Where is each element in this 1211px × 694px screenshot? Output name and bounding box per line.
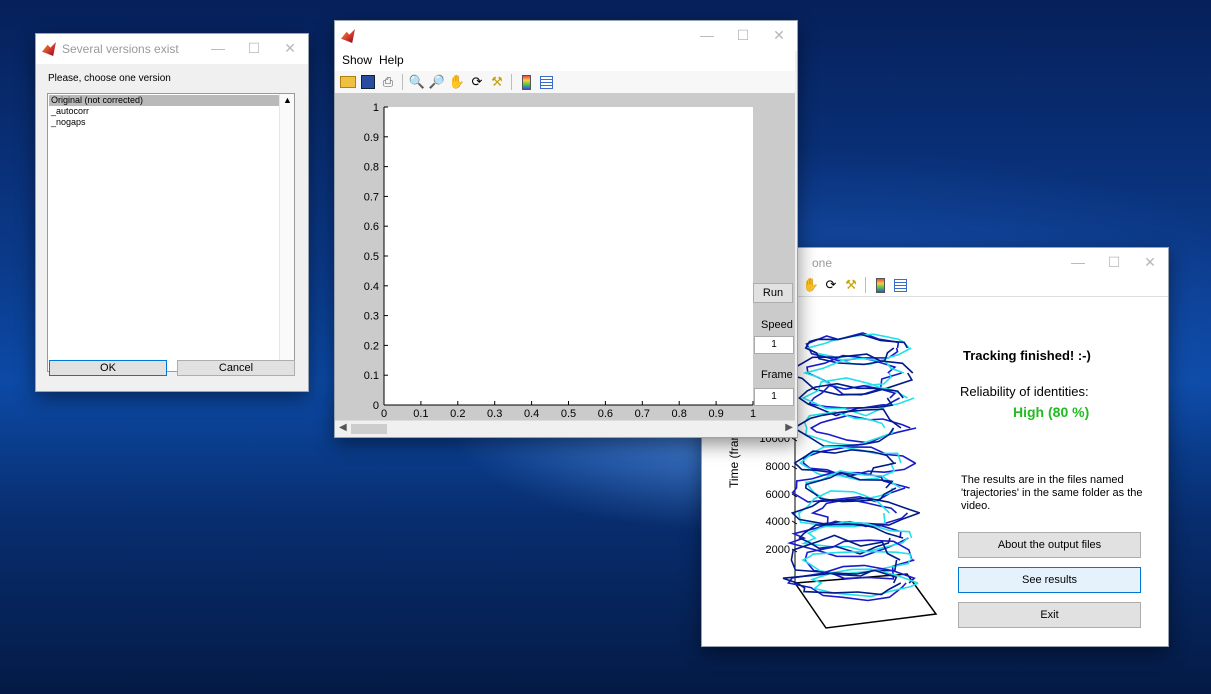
about-output-files-button[interactable]: About the output files <box>958 532 1141 558</box>
results-message: The results are in the files named 'traj… <box>961 474 1143 512</box>
list-item-nogaps[interactable]: _nogaps <box>49 117 86 128</box>
speed-input[interactable]: 1 <box>754 336 794 354</box>
empty-axes-chart: 0 0.1 0.2 0.3 0.4 0.5 0.6 0.7 0.8 0.9 1 0 0.1 0.2 0.3 0… <box>364 102 756 420</box>
figure-area: 0 0.1 0.2 0.3 0.4 0.5 0.6 0.7 0.8 0.9 1 0 0.1 0.2 0.3 0… <box>335 93 795 420</box>
results-window-title: one <box>812 256 833 270</box>
matlab-logo <box>341 29 355 43</box>
print-icon[interactable]: ⎙ <box>379 74 397 90</box>
ok-button[interactable]: OK <box>49 360 167 376</box>
x-tick-label: 0.3 <box>487 408 502 420</box>
y-tick-label: 0.4 <box>364 281 379 293</box>
y-tick-label: 0.2 <box>364 340 379 352</box>
dialog-titlebar[interactable]: Several versions exist — ☐ ✕ <box>36 34 308 64</box>
frame-label: Frame <box>761 369 793 381</box>
y-tick-label: 0 <box>373 400 379 412</box>
close-icon[interactable]: ✕ <box>272 34 308 64</box>
scroll-thumb[interactable] <box>351 424 387 434</box>
rotate-icon[interactable]: ⟳ <box>822 277 840 293</box>
versions-dialog: Several versions exist — ☐ ✕ Please, cho… <box>35 33 309 392</box>
x-tick-label: 0.8 <box>672 408 687 420</box>
minimize-icon[interactable]: — <box>689 21 725 51</box>
menu-help[interactable]: Help <box>379 53 404 67</box>
listbox-scrollbar[interactable]: ▲ ▼ <box>279 94 294 371</box>
dialog-title: Several versions exist <box>62 42 179 56</box>
minimize-icon[interactable]: — <box>200 34 236 64</box>
colorbar-icon[interactable] <box>517 74 535 90</box>
speed-label: Speed <box>761 319 793 331</box>
data-cursor-icon[interactable]: ⚒ <box>842 277 860 293</box>
reliability-value: High (80 %) <box>1013 404 1090 420</box>
y-tick-label: 0.1 <box>364 370 379 382</box>
frame-input[interactable]: 1 <box>754 388 794 406</box>
maximize-icon[interactable]: ☐ <box>1096 248 1132 278</box>
versions-listbox[interactable]: Original (not corrected) _autocorr _noga… <box>47 93 295 372</box>
minimize-icon[interactable]: — <box>1060 248 1096 278</box>
toolbar-separator <box>511 74 512 90</box>
list-item-autocorr[interactable]: _autocorr <box>49 106 89 117</box>
list-item-original[interactable]: Original (not corrected) <box>49 95 281 106</box>
z-tick-label: 6000 <box>766 489 790 501</box>
scroll-right-icon[interactable]: ▶ <box>785 422 793 433</box>
plot-window: — ☐ ✕ Show Help ⎙ 🔍 🔎 ✋ ⟳ ⚒ 0 0.1 0.2 0.3 0.… <box>334 20 798 438</box>
trajectory-line <box>793 448 897 476</box>
z-tick-label: 4000 <box>766 516 790 528</box>
z-tick-label: 8000 <box>766 461 790 473</box>
toolbar-separator <box>402 74 403 90</box>
x-tick-label: 0 <box>381 408 387 420</box>
y-tick-label: 0.7 <box>364 191 379 203</box>
save-icon[interactable] <box>359 74 377 90</box>
menu-bar: Show Help <box>335 51 795 71</box>
y-tick-label: 0.3 <box>364 311 379 323</box>
x-tick-label: 1 <box>750 408 756 420</box>
cancel-button[interactable]: Cancel <box>177 360 295 376</box>
exit-button[interactable]: Exit <box>958 602 1141 628</box>
close-icon[interactable]: ✕ <box>761 21 797 51</box>
scroll-left-icon[interactable]: ◀ <box>339 422 347 433</box>
y-tick-label: 0.8 <box>364 162 379 174</box>
menu-show[interactable]: Show <box>342 53 372 67</box>
pan-icon[interactable]: ✋ <box>802 277 820 293</box>
x-tick-label: 0.7 <box>635 408 650 420</box>
plot-titlebar[interactable]: — ☐ ✕ <box>335 21 797 51</box>
z-axis-ticks: 100008000600040002000 <box>759 433 798 556</box>
y-tick-label: 0.6 <box>364 221 379 233</box>
run-button[interactable]: Run <box>753 283 793 303</box>
x-tick-label: 0.1 <box>413 408 428 420</box>
close-icon[interactable]: ✕ <box>1132 248 1168 278</box>
zoom-out-icon[interactable]: 🔎 <box>428 74 446 90</box>
legend-icon[interactable] <box>537 74 555 90</box>
plot-toolbar: ⎙ 🔍 🔎 ✋ ⟳ ⚒ <box>335 71 795 93</box>
axes-background <box>384 107 753 405</box>
time-axis-label: Time (fram <box>727 430 741 488</box>
x-tick-label: 0.5 <box>561 408 576 420</box>
maximize-icon[interactable]: ☐ <box>236 34 272 64</box>
results-toolbar: ✋ ⟳ ⚒ <box>798 274 909 296</box>
z-tick-label: 2000 <box>766 544 790 556</box>
reliability-label: Reliability of identities: <box>960 384 1089 399</box>
dialog-prompt: Please, choose one version <box>48 73 171 84</box>
rotate-icon[interactable]: ⟳ <box>468 74 486 90</box>
trajectory-lines <box>780 332 921 602</box>
y-tick-label: 0.5 <box>364 251 379 263</box>
see-results-button[interactable]: See results <box>958 567 1141 593</box>
matlab-logo <box>42 42 56 56</box>
pan-icon[interactable]: ✋ <box>448 74 466 90</box>
horizontal-scrollbar[interactable]: ◀ ▶ <box>335 420 795 437</box>
maximize-icon[interactable]: ☐ <box>725 21 761 51</box>
x-tick-label: 0.6 <box>598 408 613 420</box>
x-tick-label: 0.2 <box>450 408 465 420</box>
tracking-finished-text: Tracking finished! :-) <box>963 348 1091 363</box>
x-tick-label: 0.4 <box>524 408 539 420</box>
scroll-up-icon[interactable]: ▲ <box>283 95 292 105</box>
toolbar-separator <box>865 277 866 293</box>
zoom-in-icon[interactable]: 🔍 <box>408 74 426 90</box>
legend-icon[interactable] <box>891 277 909 293</box>
y-tick-label: 0.9 <box>364 132 379 144</box>
trajectory-line <box>804 333 909 366</box>
x-tick-label: 0.9 <box>708 408 723 420</box>
open-icon[interactable] <box>339 74 357 90</box>
y-tick-label: 1 <box>373 102 379 114</box>
data-cursor-icon[interactable]: ⚒ <box>488 74 506 90</box>
colorbar-icon[interactable] <box>871 277 889 293</box>
